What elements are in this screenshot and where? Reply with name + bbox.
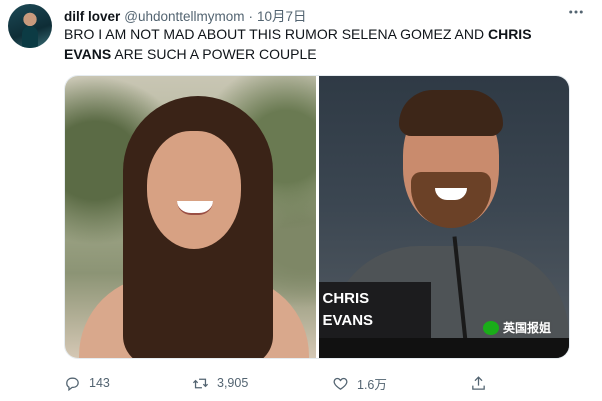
reply-icon	[66, 377, 79, 391]
retweet-count: 3,905	[217, 376, 249, 390]
like-button[interactable]: 1.6万	[332, 374, 387, 393]
avatar-figure	[22, 26, 38, 48]
press-table	[318, 338, 569, 358]
share-icon	[472, 375, 485, 390]
tweet-header: dilf lover @uhdonttellmymom · 10月7日	[64, 5, 307, 24]
reply-button[interactable]: 143	[64, 375, 110, 392]
photo-hair-right	[398, 90, 503, 136]
tweet-text: BRO I AM NOT MAD ABOUT THIS RUMOR SELENA…	[64, 24, 584, 64]
tweet-text-part1: BRO I AM NOT MAD ABOUT THIS RUMOR SELENA…	[64, 26, 488, 42]
share-button[interactable]	[470, 375, 487, 392]
author-avatar[interactable]	[8, 4, 52, 48]
tweet-date[interactable]: 10月7日	[257, 5, 307, 25]
nameplate: CHRIS EVANS	[318, 282, 431, 338]
tweet-actions: 143 3,905 1.6万	[64, 372, 584, 394]
photo-beard	[410, 172, 491, 228]
retweet-icon	[192, 378, 209, 388]
nameplate-line2: EVANS	[322, 312, 374, 329]
photo-right[interactable]: CHRIS EVANS 英国报姐	[318, 76, 569, 358]
reply-count: 143	[89, 376, 110, 390]
tweet-text-bold2: EVANS	[64, 46, 112, 62]
tweet-text-part2: ARE SUCH A POWER COUPLE	[111, 46, 317, 62]
wechat-icon	[482, 320, 499, 335]
heart-icon	[333, 377, 348, 390]
watermark-text: 英国报姐	[502, 321, 551, 335]
photo-face	[147, 131, 241, 249]
like-count: 1.6万	[357, 377, 387, 392]
tweet-media[interactable]: CHRIS EVANS 英国报姐	[64, 75, 570, 359]
tweet-text-bold1: CHRIS	[487, 26, 532, 42]
photo-left[interactable]	[65, 76, 316, 358]
retweet-button[interactable]: 3,905	[192, 375, 248, 392]
author-name[interactable]: dilf lover	[64, 9, 120, 24]
author-handle[interactable]: @uhdonttellmymom	[124, 9, 244, 24]
nameplate-line1: CHRIS	[322, 290, 370, 307]
more-icon[interactable]	[564, 2, 588, 22]
header-separator: ·	[248, 9, 254, 24]
watermark: 英国报姐	[482, 319, 551, 336]
